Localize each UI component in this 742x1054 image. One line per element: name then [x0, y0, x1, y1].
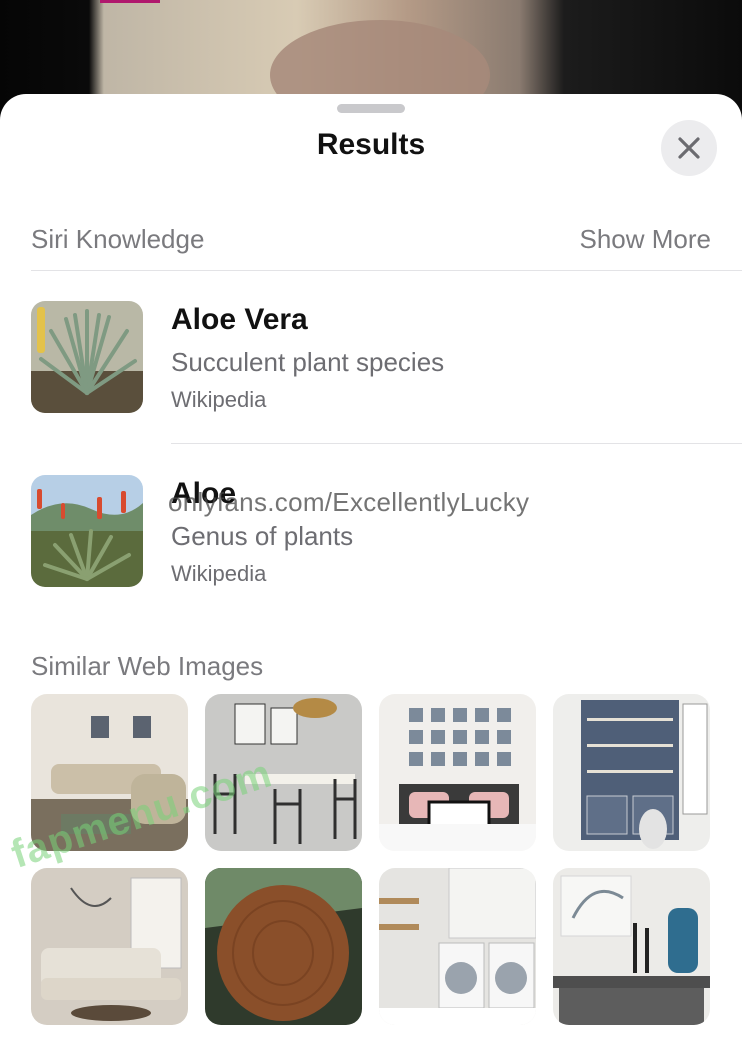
similar-image-bedroom[interactable]	[379, 694, 536, 851]
result-description: Genus of plants	[171, 521, 354, 551]
close-button[interactable]	[661, 120, 717, 176]
result-description: Succulent plant species	[171, 347, 445, 377]
close-icon	[678, 137, 700, 159]
result-source: Wikipedia	[171, 561, 267, 586]
similar-image-white-sofa[interactable]	[31, 868, 188, 1025]
show-more-link[interactable]: Show More	[580, 224, 712, 255]
siri-knowledge-heading: Siri Knowledge	[31, 224, 205, 254]
result-divider	[171, 443, 742, 444]
siri-knowledge-header: Siri Knowledge Show More	[31, 224, 711, 255]
similar-image-wood-slab[interactable]	[205, 868, 362, 1025]
background-accent	[100, 0, 160, 3]
section-divider	[31, 270, 742, 271]
aloe-thumbnail	[31, 475, 143, 587]
similar-image-shelves[interactable]	[553, 694, 710, 851]
aloe-vera-thumbnail	[31, 301, 143, 413]
sheet-grabber[interactable]	[337, 104, 405, 113]
similar-images-header: Similar Web Images	[31, 651, 711, 682]
result-source: Wikipedia	[171, 387, 267, 412]
watermark-url: onlyfans.com/ExcellentlyLucky	[168, 487, 530, 517]
similar-image-laundry-room[interactable]	[379, 868, 536, 1025]
knowledge-result-aloe-vera[interactable]: Aloe Vera Succulent plant species Wikipe…	[31, 301, 731, 421]
page-title: Results	[316, 128, 426, 161]
similar-images-heading: Similar Web Images	[31, 651, 264, 681]
result-title: Aloe Vera	[171, 303, 308, 336]
similar-image-console-table[interactable]	[553, 868, 710, 1025]
